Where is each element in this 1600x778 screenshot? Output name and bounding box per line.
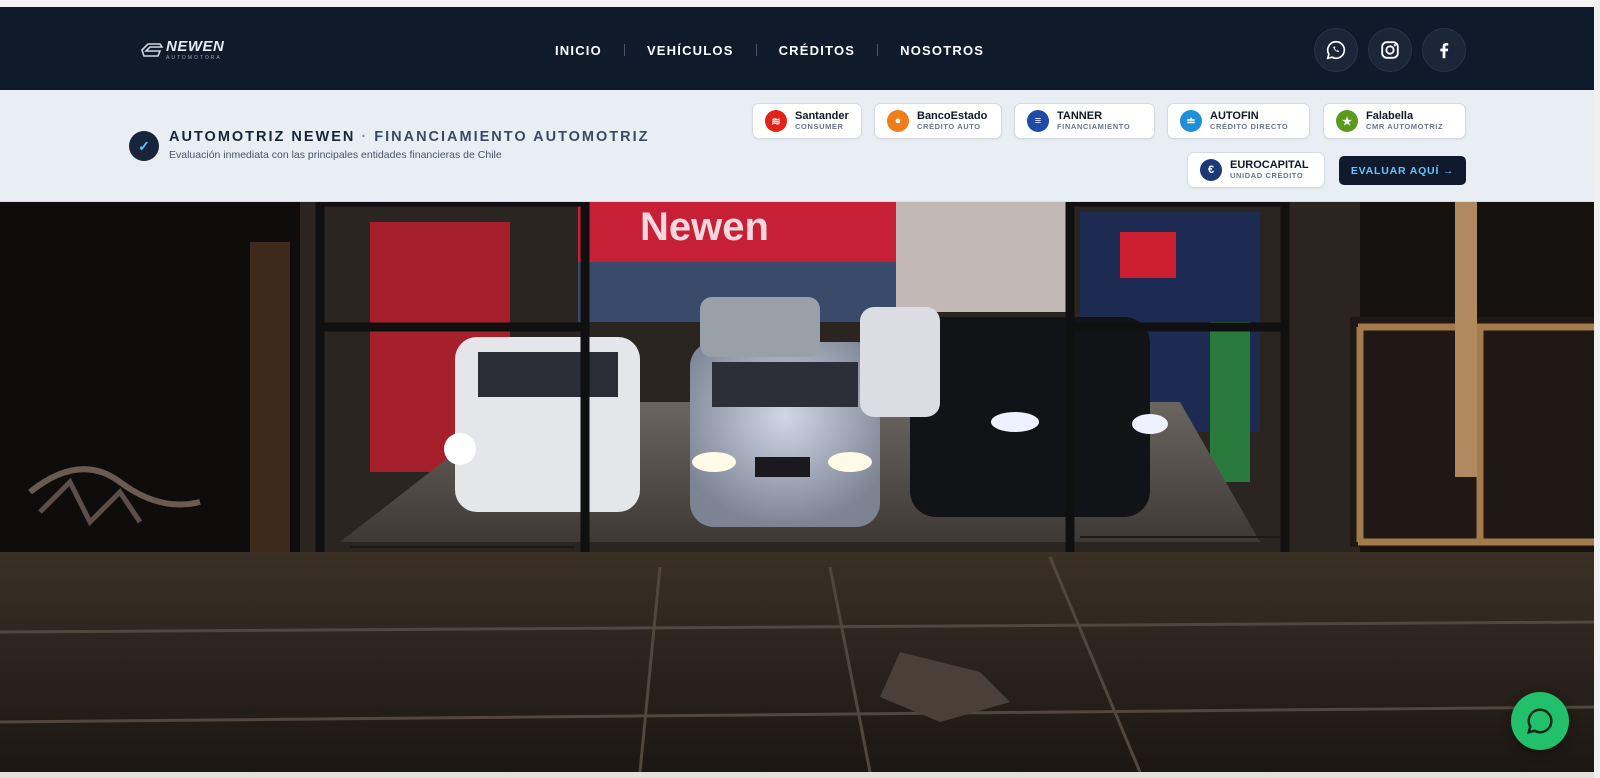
financing-banner: ✓ AUTOMOTRIZ NEWEN · FINANCIAMIENTO AUTOMO…	[0, 90, 1594, 202]
banner-title: AUTOMOTRIZ NEWEN · FINANCIAMIENTO AUTOMOTR…	[169, 129, 650, 145]
check-icon: ✓	[129, 131, 159, 161]
instagram-button[interactable]	[1368, 28, 1412, 72]
lender-chip-santander[interactable]: ≋ Santander CONSUMER	[752, 103, 862, 139]
menu-divider	[623, 44, 625, 56]
navbar: NEWEN AUTOMOTORA INICIO VEHÍCULOS CRÉDIT…	[0, 7, 1594, 90]
whatsapp-button[interactable]	[1314, 28, 1358, 72]
eurocapital-icon: €	[1200, 159, 1222, 181]
lender-chip-tanner[interactable]: ≡ TANNER FINANCIAMIENTO	[1014, 103, 1155, 139]
main-menu: INICIO VEHÍCULOS CRÉDITOS NOSOTROS	[555, 40, 984, 60]
logo-mark-icon	[141, 43, 164, 57]
falabella-icon: ★	[1336, 110, 1358, 132]
nav-item-inicio[interactable]: INICIO	[555, 43, 602, 58]
santander-icon: ≋	[765, 110, 787, 132]
menu-divider	[755, 44, 757, 56]
whatsapp-icon	[1326, 40, 1346, 60]
scrollbar[interactable]	[1594, 0, 1600, 778]
lender-subtitle: CRÉDITO DIRECTO	[1210, 122, 1289, 132]
lender-name: AUTOFIN	[1210, 109, 1259, 122]
dealership-photo: Newen	[0, 202, 1594, 772]
lender-name: EUROCAPITAL	[1230, 158, 1309, 171]
lender-subtitle: CMR AUTOMOTRIZ	[1366, 122, 1444, 132]
hero-image: Newen	[0, 202, 1594, 772]
logo-word: NEWEN	[166, 38, 225, 55]
facebook-icon	[1440, 42, 1449, 59]
nav-item-creditos[interactable]: CRÉDITOS	[779, 43, 856, 58]
banner-title-separator: ·	[361, 129, 369, 145]
nav-item-vehiculos[interactable]: VEHÍCULOS	[647, 43, 734, 58]
newen-sign: Newen	[640, 205, 769, 249]
lender-name: Santander	[795, 109, 849, 122]
lender-subtitle: UNIDAD CRÉDITO	[1230, 171, 1304, 181]
lender-subtitle: CRÉDITO AUTO	[917, 122, 981, 132]
whatsapp-chat-button[interactable]	[1511, 692, 1569, 750]
banner-title-main: AUTOMOTRIZ NEWEN	[169, 129, 356, 145]
lender-name: BancoEstado	[917, 109, 988, 122]
lender-subtitle: CONSUMER	[795, 122, 844, 132]
evaluate-button[interactable]: EVALUAR AQUÍ →	[1339, 156, 1466, 185]
lender-chip-eurocapital[interactable]: € EUROCAPITAL UNIDAD CRÉDITO	[1187, 152, 1325, 188]
menu-divider	[877, 44, 879, 56]
bottom-strip	[0, 772, 1600, 778]
nav-item-nosotros[interactable]: NOSOTROS	[900, 43, 984, 58]
lender-chip-autofin[interactable]: ≐ AUTOFIN CRÉDITO DIRECTO	[1167, 103, 1310, 139]
lender-chip-bancoestado[interactable]: ● BancoEstado CRÉDITO AUTO	[874, 103, 1002, 139]
autofin-icon: ≐	[1180, 110, 1202, 132]
banner-subtitle: Evaluación inmediata con las principales…	[169, 149, 502, 161]
tanner-icon: ≡	[1027, 110, 1049, 132]
logo-subtitle: AUTOMOTORA	[166, 55, 222, 61]
lender-subtitle: FINANCIAMIENTO	[1057, 122, 1131, 132]
facebook-button[interactable]	[1422, 28, 1466, 72]
page: NEWEN AUTOMOTORA INICIO VEHÍCULOS CRÉDIT…	[0, 0, 1600, 778]
top-strip	[0, 0, 1600, 7]
instagram-icon	[1381, 41, 1399, 59]
lender-name: TANNER	[1057, 109, 1103, 122]
logo[interactable]: NEWEN AUTOMOTORA	[140, 35, 240, 65]
lender-chip-falabella[interactable]: ★ Falabella CMR AUTOMOTRIZ	[1323, 103, 1466, 139]
banner-title-accent: FINANCIAMIENTO AUTOMOTRIZ	[374, 129, 650, 145]
lender-name: Falabella	[1366, 109, 1414, 122]
whatsapp-chat-icon	[1526, 708, 1553, 735]
bancoestado-icon: ●	[887, 110, 909, 132]
